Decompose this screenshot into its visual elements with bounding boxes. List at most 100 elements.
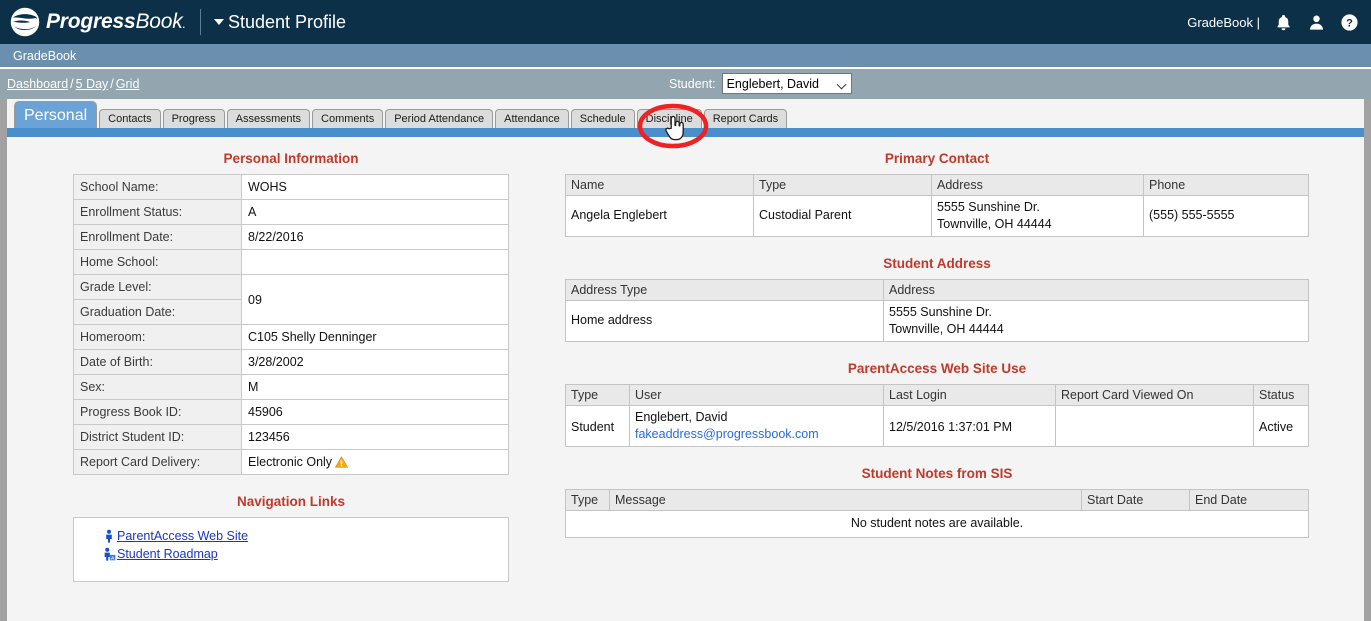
nav-link-student-roadmap[interactable]: A Student Roadmap [102,547,508,561]
row-value: 123456 [241,424,509,450]
column-header-address-type: Address Type [565,279,884,301]
tab-underline [7,128,1364,137]
user-name: Englebert, David [635,410,728,424]
nav-link-student-roadmap-label[interactable]: Student Roadmap [117,547,218,561]
svg-text:?: ? [1346,17,1353,29]
tab-period-attendance-label: Period Attendance [394,113,485,125]
row-label: Grade Level: [73,274,242,300]
breadcrumb-separator-1: / [70,77,74,91]
student-selector-label: Student: [669,76,716,91]
tab-schedule[interactable]: Schedule [570,109,635,128]
application-context-bar: GradeBook [0,44,1371,69]
column-header-address: Address [931,174,1144,196]
row-label: District Student ID: [73,424,242,450]
row-label: Homeroom: [73,324,242,350]
tab-period-attendance[interactable]: Period Attendance [385,109,494,128]
tab-discipline[interactable]: Discipline [636,109,702,128]
nav-link-parentaccess[interactable]: ParentAccess Web Site [102,529,508,543]
address-line-2: Townville, OH 44444 [889,322,1004,336]
table-row: Home School: [73,249,509,275]
tab-report-cards[interactable]: Report Cards [703,109,788,128]
progressbook-logo[interactable]: ProgressBook. [10,7,186,37]
row-label: School Name: [73,174,242,200]
user-email-link[interactable]: fakeaddress@progressbook.com [635,426,878,443]
help-icon[interactable]: ? [1340,13,1359,32]
cell-address: 5555 Sunshine Dr. Townville, OH 44444 [883,300,1309,342]
column-header-message: Message [609,489,1082,511]
row-label: Date of Birth: [73,349,242,375]
tab-contacts[interactable]: Contacts [99,109,161,128]
table-header-row: Type Message Start Date End Date [565,489,1309,511]
row-value: C105 Shelly Denninger [241,324,509,350]
tab-personal[interactable]: Personal [14,101,98,128]
breadcrumb-item-5day[interactable]: 5 Day [76,77,109,91]
parentaccess-use-title: ParentAccess Web Site Use [847,361,1027,376]
bell-icon[interactable] [1274,13,1293,32]
column-header-end-date: End Date [1189,489,1309,511]
empty-state-message: No student notes are available. [565,510,1309,538]
person-icon [106,529,112,543]
student-select[interactable]: Englebert, David [721,73,852,94]
warning-triangle-icon [335,456,349,468]
tab-schedule-label: Schedule [579,113,626,125]
tab-personal-label: Personal [24,107,88,124]
cell-last-login: 12/5/2016 1:37:01 PM [883,405,1056,447]
content-frame: Personal Contacts Progress Assessments C… [0,99,1371,621]
breadcrumb-item-grid[interactable]: Grid [116,77,140,91]
column-header-start-date: Start Date [1081,489,1190,511]
tab-assessments[interactable]: Assessments [226,109,311,128]
column-header-report-card-viewed-on: Report Card Viewed On [1055,384,1254,406]
breadcrumb-item-dashboard[interactable]: Dashboard [7,77,68,91]
cell-address-type: Home address [565,300,884,342]
tab-list: Personal Contacts Progress Assessments C… [14,101,789,128]
row-value: 8/22/2016 [241,224,509,250]
student-selector: Student: Englebert, David [669,73,852,94]
row-value: 45906 [241,399,509,425]
row-label: Home School: [73,249,242,275]
header-right-cluster: GradeBook | ? [1187,13,1359,32]
personal-information-title: Personal Information [223,151,359,166]
tab-comments-label: Comments [321,113,375,125]
logo-text-bold: Progress [46,10,136,33]
report-card-delivery-value: Electronic Only [248,455,333,469]
user-icon[interactable] [1307,13,1326,32]
row-value: 09 [241,274,509,325]
table-row: Homeroom: C105 Shelly Denninger [73,324,509,350]
progressbook-wordmark: ProgressBook. [46,10,186,34]
table-row: Grade Level: 09 [73,274,509,325]
table-row: Enrollment Date: 8/22/2016 [73,224,509,250]
navigation-links-title: Navigation Links [236,494,346,509]
address-line-1: 5555 Sunshine Dr. [937,200,1040,214]
personal-information-table: School Name: WOHS Enrollment Status: A E… [73,174,509,475]
chevron-down-icon [836,79,847,90]
column-header-type: Type [753,174,932,196]
column-header-last-login: Last Login [883,384,1056,406]
address-line-2: Townville, OH 44444 [937,217,1052,231]
row-label: Progress Book ID: [73,399,242,425]
table-row: School Name: WOHS [73,174,509,200]
table-row: Student Englebert, David fakeaddress@pro… [565,405,1309,447]
tab-attendance[interactable]: Attendance [495,109,569,128]
header-context-label: GradeBook | [1187,14,1260,30]
column-header-status: Status [1253,384,1309,406]
row-value: M [241,374,509,400]
module-title-label: Student Profile [227,11,347,32]
row-value [241,249,509,275]
column-header-address: Address [883,279,1309,301]
chevron-down-icon [213,19,224,25]
progressbook-logo-icon [10,7,40,37]
tab-attendance-label: Attendance [504,113,560,125]
application-name-label: GradeBook [13,48,77,63]
tab-comments[interactable]: Comments [312,109,384,128]
table-header-row: Address Type Address [565,279,1309,301]
module-title-menu[interactable]: Student Profile [213,11,347,33]
nav-link-parentaccess-label[interactable]: ParentAccess Web Site [117,529,248,543]
row-label: Enrollment Date: [73,224,242,250]
tab-progress[interactable]: Progress [162,109,225,128]
row-label: Enrollment Status: [73,199,242,225]
table-row: Enrollment Status: A [73,199,509,225]
logo-text-dot: . [182,16,187,31]
cell-user: Englebert, David fakeaddress@progressboo… [629,405,884,447]
table-header-row: Name Type Address Phone [565,174,1309,196]
column-header-name: Name [565,174,754,196]
